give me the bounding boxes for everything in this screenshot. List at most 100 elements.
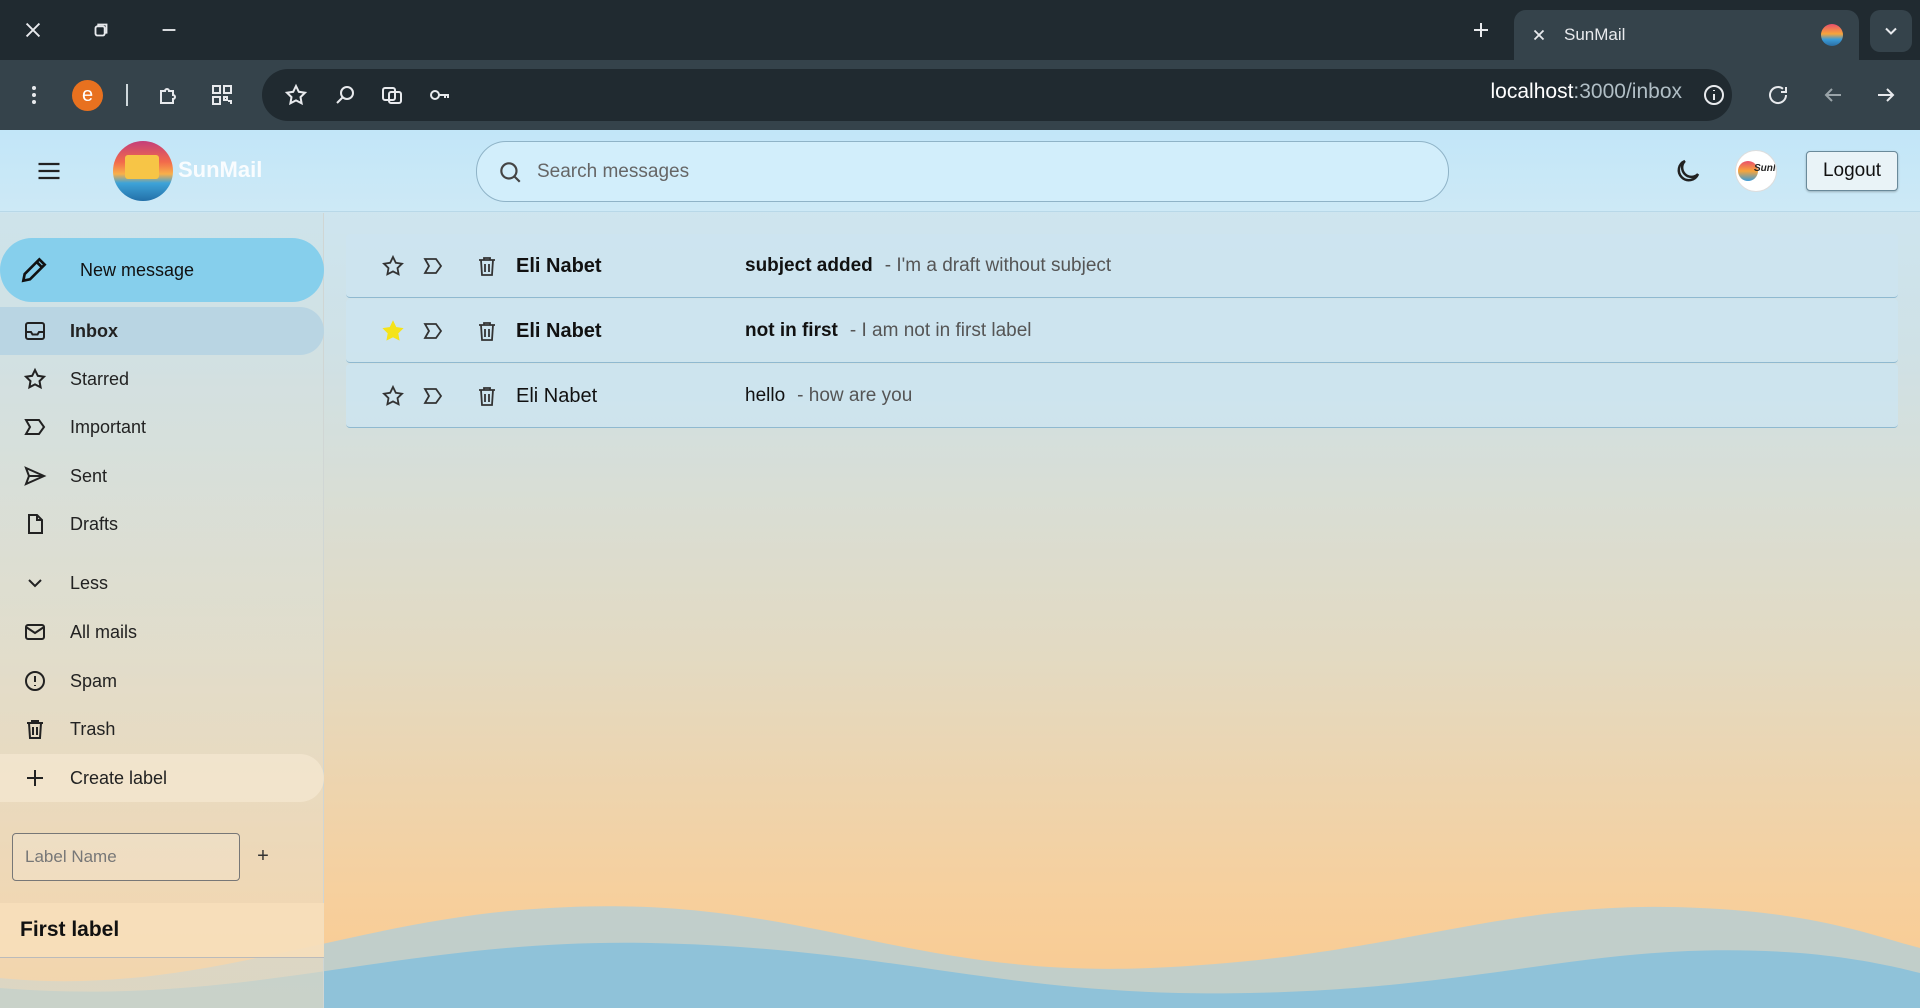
sidebar-item-important[interactable]: Important [0,403,324,451]
sidebar-item-label: Trash [70,718,116,739]
bookmark-star-icon[interactable] [278,77,314,113]
sidebar-item-label: All mails [70,621,138,642]
message-subject-line: not in first - I am not in first label [745,320,1032,342]
sidebar: New message Inbox Starred Important Sent… [0,213,324,1008]
important-icon[interactable] [420,383,446,409]
label-item[interactable]: First label [0,903,324,958]
sidebar-item-all-mails[interactable]: All mails [0,608,324,656]
sidebar-item-label: Important [70,416,147,437]
message-row[interactable]: Eli Nabet hello - how are you [346,364,1898,428]
window-minimize-icon[interactable] [148,12,190,48]
new-tab-icon[interactable] [1460,12,1502,48]
browser-profile-avatar[interactable]: e [72,80,103,111]
message-sender: Eli Nabet [516,320,602,342]
star-icon [22,366,48,392]
trash-icon[interactable] [474,253,500,279]
message-snippet: - I'm a draft without subject [884,255,1112,276]
message-subject-line: hello - how are you [745,385,912,407]
dark-mode-moon-icon[interactable] [1673,156,1703,186]
label-name-input[interactable] [12,833,240,881]
message-snippet: - I am not in first label [849,320,1032,341]
message-sender: Eli Nabet [516,255,602,277]
tab-search-chevron-icon[interactable] [1870,10,1912,52]
create-label-button[interactable]: Create label [0,754,324,802]
browser-menu-icon[interactable] [16,77,52,113]
message-subject: hello [745,385,786,406]
message-row[interactable]: Eli Nabet subject added - I'm a draft wit… [346,234,1898,298]
sidebar-item-drafts[interactable]: Drafts [0,500,324,548]
browser-tab[interactable]: SunMail [1514,10,1859,60]
important-icon [22,414,48,440]
user-avatar[interactable]: SunMail [1735,150,1777,192]
reload-icon[interactable] [1760,77,1796,113]
browser-tabstrip: SunMail [0,0,1920,60]
sidebar-item-inbox[interactable]: Inbox [0,307,324,355]
translate-icon[interactable] [374,77,410,113]
sunmail-app: SunMail SunMail Logout New message Inbox… [0,130,1920,1008]
inbox-icon [22,318,48,344]
star-filled-icon[interactable] [380,318,406,344]
site-info-icon[interactable] [1696,77,1732,113]
star-icon[interactable] [380,383,406,409]
chevron-down-icon [22,570,48,596]
extensions-icon[interactable] [151,77,187,113]
sunmail-logo[interactable] [113,141,173,201]
back-arrow-icon[interactable] [1815,77,1851,113]
sidebar-item-spam[interactable]: Spam [0,657,324,705]
sidebar-item-label: Spam [70,670,118,691]
sidebar-item-label: Drafts [70,513,119,534]
logo-text: SunMail [178,157,263,182]
search-input[interactable] [537,154,1417,190]
message-snippet: - how are you [797,385,913,406]
search-bar[interactable] [476,141,1449,202]
plus-icon [22,765,48,791]
send-icon [22,463,48,489]
new-message-label: New message [80,259,195,280]
envelope-logo-icon [125,155,159,179]
window-restore-icon[interactable] [80,12,122,48]
hamburger-menu-icon[interactable] [32,154,66,188]
logout-button[interactable]: Logout [1806,151,1898,191]
message-sender: Eli Nabet [516,385,598,407]
trash-icon[interactable] [474,383,500,409]
forward-arrow-icon[interactable] [1868,77,1904,113]
password-key-icon[interactable] [422,77,458,113]
sidebar-item-label: Starred [70,368,130,389]
tab-close-icon[interactable] [1528,24,1550,46]
message-subject-line: subject added - I'm a draft without subje… [745,255,1111,277]
sidebar-item-sent[interactable]: Sent [0,452,324,500]
search-icon[interactable] [497,159,523,185]
trash-icon[interactable] [474,318,500,344]
star-icon[interactable] [380,253,406,279]
address-bar-url[interactable]: localhost:3000/inbox [1491,80,1682,104]
url-path: :3000/inbox [1573,80,1682,103]
sidebar-item-label: Sent [70,465,108,486]
pencil-icon [21,257,47,283]
message-list: Eli Nabet subject added - I'm a draft wit… [346,234,1898,429]
qr-code-icon[interactable] [204,77,240,113]
favicon-icon [1821,24,1843,46]
message-subject: subject added [745,255,873,276]
avatar-text: SunMail [1754,163,1776,174]
sidebar-item-starred[interactable]: Starred [0,355,324,403]
sidebar-item-label: Less [70,572,109,593]
message-row[interactable]: Eli Nabet not in first - I am not in firs… [346,299,1898,363]
mail-icon [22,619,48,645]
toolbar-divider [126,84,128,106]
sidebar-item-trash[interactable]: Trash [0,705,324,753]
important-icon[interactable] [420,253,446,279]
add-label-button[interactable]: + [253,843,273,869]
tab-title: SunMail [1564,25,1626,44]
url-host: localhost [1490,80,1574,103]
sidebar-item-label: Create label [70,767,168,788]
window-close-icon[interactable] [12,12,54,48]
trash-icon [22,716,48,742]
zoom-icon[interactable] [327,77,363,113]
app-header: SunMail SunMail Logout [0,130,1920,212]
sidebar-item-less[interactable]: Less [0,559,324,607]
sidebar-item-label: Inbox [70,320,118,341]
draft-icon [22,511,48,537]
important-icon[interactable] [420,318,446,344]
new-message-button[interactable]: New message [0,238,324,302]
message-subject: not in first [745,320,838,341]
